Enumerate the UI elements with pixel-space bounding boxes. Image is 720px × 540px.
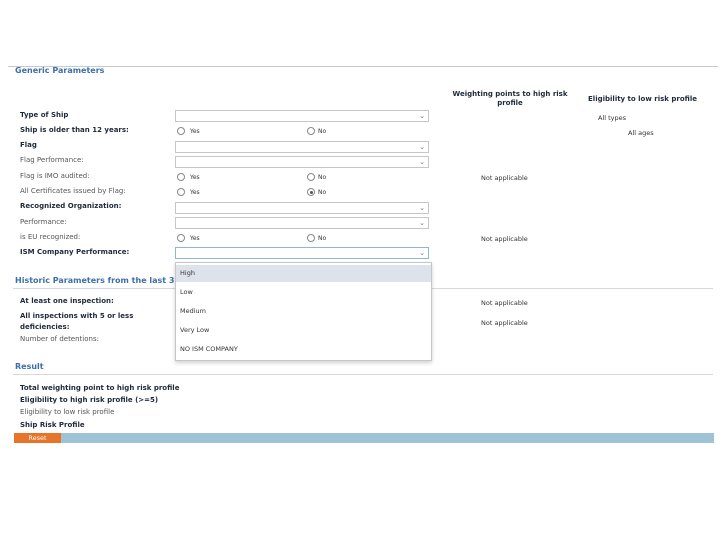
label-number-detentions: Number of detentions: xyxy=(20,335,99,343)
eu-recognized-no-label: No xyxy=(318,235,327,242)
dropdown-option-no-ism-company[interactable]: NO ISM COMPANY xyxy=(176,341,431,358)
flag-imo-yes-radio[interactable] xyxy=(177,173,185,181)
section-title-historic: Historic Parameters from the last 36 xyxy=(15,276,181,285)
chevron-down-icon: ⌄ xyxy=(419,112,425,120)
chevron-down-icon: ⌄ xyxy=(419,204,425,212)
label-all-inspections-line2: deficiencies: xyxy=(20,323,70,331)
high-risk-flag-imo: Not applicable xyxy=(481,174,528,182)
dropdown-option-low[interactable]: Low xyxy=(176,284,431,301)
label-total-weighting: Total weighting point to high risk profi… xyxy=(20,384,180,392)
flag-imo-no-label: No xyxy=(318,174,327,181)
flag-select[interactable]: ⌄ xyxy=(175,141,429,153)
label-ro-performance: Performance: xyxy=(20,218,67,226)
high-risk-at-least-one: Not applicable xyxy=(481,299,528,307)
ro-performance-select[interactable]: ⌄ xyxy=(175,217,429,229)
all-certs-no-label: No xyxy=(318,189,327,196)
reset-button[interactable]: Reset xyxy=(14,433,61,443)
column-header-high-risk: Weighting points to high risk profile xyxy=(452,90,568,107)
dropdown-option-high[interactable]: High xyxy=(176,265,431,282)
flag-imo-yes-label: Yes xyxy=(190,174,200,181)
chevron-down-icon: ⌄ xyxy=(419,143,425,151)
low-risk-ship-older: All ages xyxy=(628,129,654,137)
label-ship-risk-profile: Ship Risk Profile xyxy=(20,421,85,429)
section-title-generic: Generic Parameters xyxy=(15,66,105,75)
ship-older-yes-label: Yes xyxy=(190,128,200,135)
column-header-low-risk: Eligibility to low risk profile xyxy=(588,95,697,103)
ship-older-no-label: No xyxy=(318,128,327,135)
label-type-of-ship: Type of Ship xyxy=(20,111,69,119)
label-all-inspections-line1: All inspections with 5 or less xyxy=(20,312,134,320)
label-ism-company: ISM Company Performance: xyxy=(20,248,130,256)
all-certs-yes-label: Yes xyxy=(190,189,200,196)
type-of-ship-select[interactable]: ⌄ xyxy=(175,110,429,122)
label-all-certificates: All Certificates issued by Flag: xyxy=(20,187,126,195)
chevron-down-icon: ⌄ xyxy=(419,219,425,227)
label-ship-older: Ship is older than 12 years: xyxy=(20,126,129,134)
dropdown-option-medium[interactable]: Medium xyxy=(176,303,431,320)
eu-recognized-no-radio[interactable] xyxy=(307,234,315,242)
dropdown-option-very-low[interactable]: Very Low xyxy=(176,322,431,339)
ship-older-yes-radio[interactable] xyxy=(177,127,185,135)
all-certs-no-radio[interactable] xyxy=(307,188,315,196)
high-risk-all-inspections: Not applicable xyxy=(481,319,528,327)
label-flag-imo: Flag is IMO audited: xyxy=(20,172,90,180)
label-recognized-organization: Recognized Organization: xyxy=(20,202,122,210)
ship-older-no-radio[interactable] xyxy=(307,127,315,135)
ism-company-select[interactable]: ⌄ xyxy=(175,247,429,259)
chevron-down-icon: ⌄ xyxy=(419,249,425,257)
ism-company-dropdown: High Low Medium Very Low NO ISM COMPANY xyxy=(175,262,432,361)
recognized-organization-select[interactable]: ⌄ xyxy=(175,202,429,214)
flag-imo-no-radio[interactable] xyxy=(307,173,315,181)
label-at-least-one-inspection: At least one inspection: xyxy=(20,297,114,305)
section-divider xyxy=(13,374,713,375)
label-eligibility-low: Eligibility to low risk profile xyxy=(20,408,115,416)
high-risk-eu-recognized: Not applicable xyxy=(481,235,528,243)
label-flag: Flag xyxy=(20,141,37,149)
label-eu-recognized: is EU recognized: xyxy=(20,233,81,241)
footer-bar xyxy=(14,433,714,443)
eu-recognized-yes-label: Yes xyxy=(190,235,200,242)
flag-performance-select[interactable]: ⌄ xyxy=(175,156,429,168)
label-flag-performance: Flag Performance: xyxy=(20,156,84,164)
chevron-down-icon: ⌄ xyxy=(419,158,425,166)
section-title-result: Result xyxy=(15,362,44,371)
all-certs-yes-radio[interactable] xyxy=(177,188,185,196)
low-risk-type-of-ship: All types xyxy=(598,114,627,122)
eu-recognized-yes-radio[interactable] xyxy=(177,234,185,242)
label-eligibility-high: Eligibility to high risk profile (>=5) xyxy=(20,396,159,404)
